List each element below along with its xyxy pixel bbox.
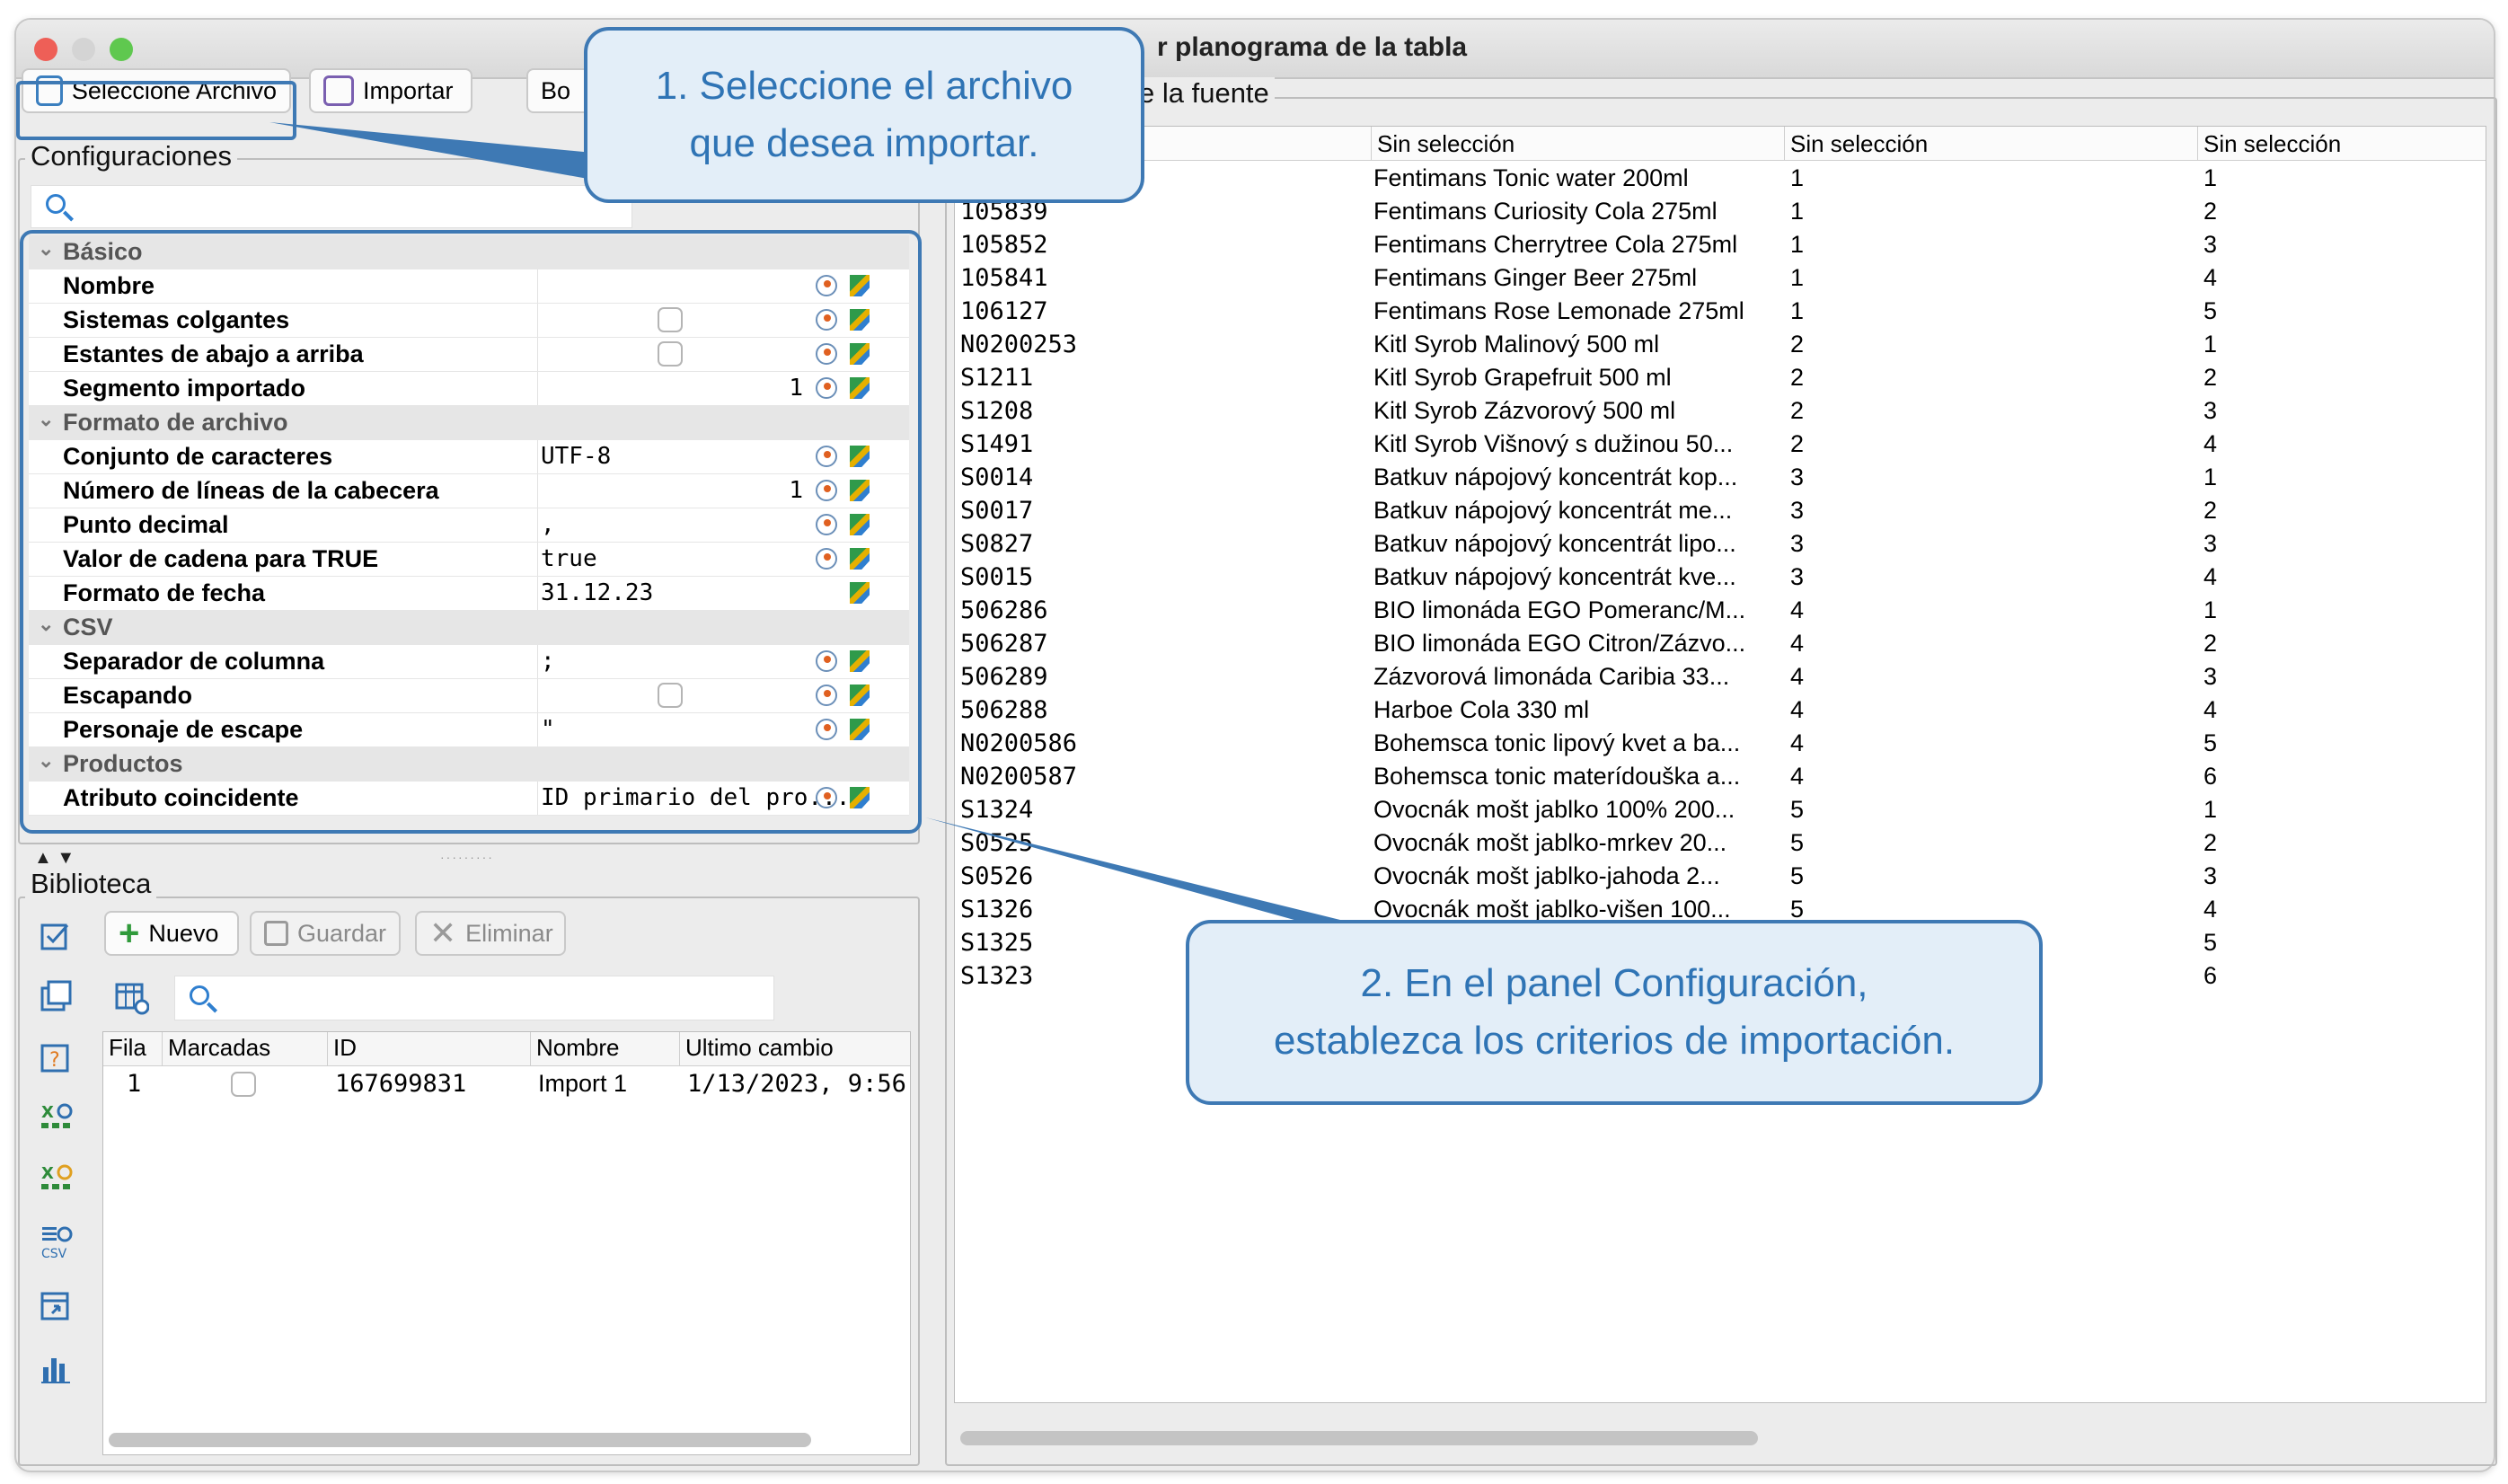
callout-2-line-2: establezca los criterios de importación.: [1273, 1019, 1956, 1063]
callout-configuration: 2. En el panel Configuración, establezca…: [1186, 920, 2043, 1105]
callout-1-line-2: que desea importar.: [689, 121, 1039, 165]
callout-select-file: 1. Seleccione el archivo que desea impor…: [584, 27, 1144, 203]
callout-1-line-1: 1. Seleccione el archivo: [655, 64, 1073, 108]
callout-pointers: [269, 122, 1365, 940]
callout-2-line-1: 2. En el panel Configuración,: [1360, 961, 1868, 1005]
